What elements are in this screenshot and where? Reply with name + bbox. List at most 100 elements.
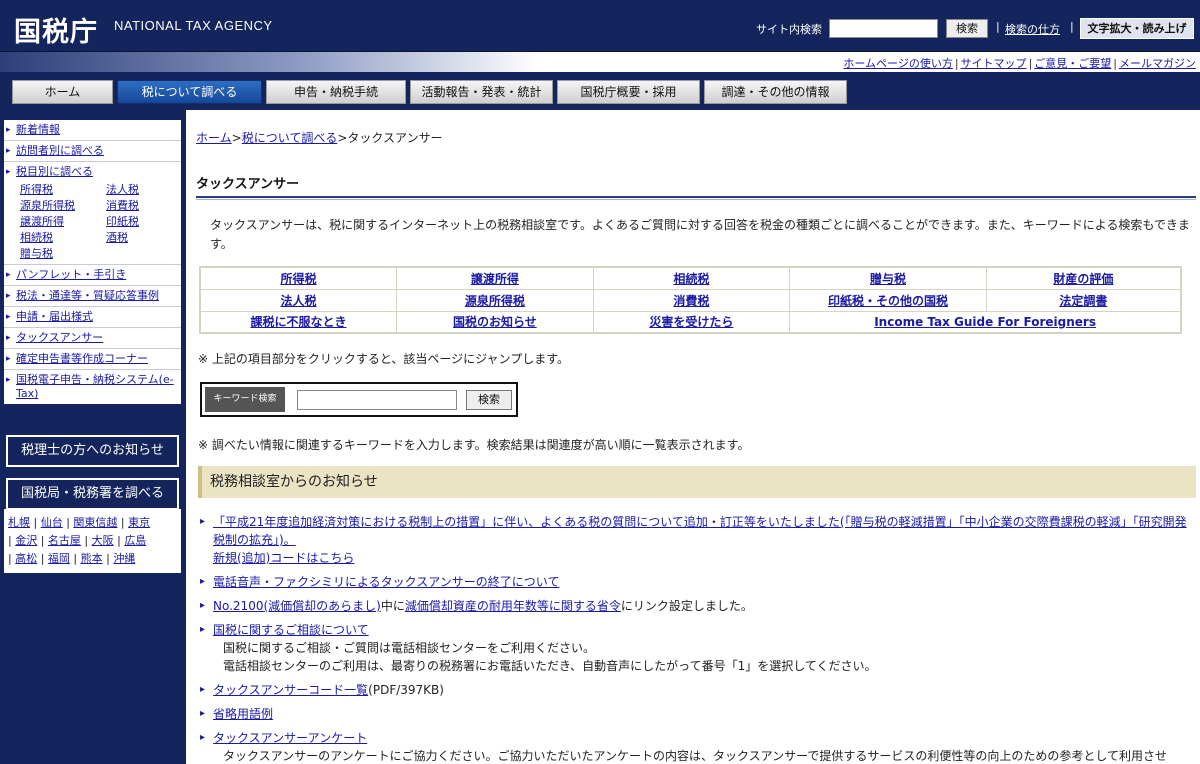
- sidebar-item-taxanswer[interactable]: タックスアンサー: [4, 328, 181, 349]
- tax-cell-inheritance[interactable]: 相続税: [592, 266, 791, 290]
- news-item: 省略用語例: [200, 705, 1190, 723]
- region-link[interactable]: 福岡: [48, 552, 70, 565]
- sidebar-item-by-visitor[interactable]: 訪問者別に調べる: [4, 141, 181, 162]
- site-search-input[interactable]: [829, 19, 938, 38]
- news-link[interactable]: 「平成21年度追加経済対策における税制上の措置」に伴い、よくある税の質問について…: [213, 515, 1187, 547]
- news-sub-link[interactable]: 新規(追加)コードはこちら: [213, 551, 354, 565]
- util-link-mailmag[interactable]: メールマガジン: [1119, 57, 1196, 70]
- util-link-howto[interactable]: ホームページの使い方: [843, 57, 952, 70]
- breadcrumb-home[interactable]: ホーム: [196, 131, 232, 145]
- tax-link-liquor[interactable]: 酒税: [106, 230, 176, 246]
- tax-cell-statutory[interactable]: 法定調書: [985, 288, 1182, 312]
- keyword-note: ※ 調べたい情報に関連するキーワードを入力します。検索結果は関連度が高い順に一覧…: [198, 438, 750, 452]
- left-sidebar: 新着情報 訪問者別に調べる 税目別に調べる 所得税 法人税 源泉所得税 消費税 …: [0, 110, 186, 764]
- tax-cell-valuation[interactable]: 財産の評価: [985, 266, 1182, 290]
- nav-tab-about[interactable]: 国税庁概要・採用: [557, 80, 700, 104]
- region-link[interactable]: 金沢: [15, 534, 37, 547]
- region-link[interactable]: 熊本: [81, 552, 103, 565]
- region-link[interactable]: 名古屋: [48, 534, 81, 547]
- region-link[interactable]: 関東信越: [73, 516, 117, 529]
- keyword-search-button[interactable]: 検索: [466, 390, 512, 410]
- tax-cell-appeal[interactable]: 課税に不服なとき: [199, 310, 398, 334]
- region-link[interactable]: 広島: [124, 534, 146, 547]
- nav-tab-reports[interactable]: 活動報告・発表・統計: [410, 80, 553, 104]
- nav-tab-home[interactable]: ホーム: [12, 80, 113, 104]
- news-link[interactable]: No.2100(減価償却のあらまし): [213, 599, 381, 613]
- tax-link-income[interactable]: 所得税: [20, 182, 106, 198]
- region-link[interactable]: 東京: [128, 516, 150, 529]
- utility-bar: ホームページの使い方 | サイトマップ | ご意見・ご要望 | メールマガジン: [0, 52, 1200, 72]
- tax-cell-foreigners[interactable]: Income Tax Guide For Foreigners: [789, 310, 1182, 334]
- news-link[interactable]: 国税に関するご相談について: [213, 623, 369, 637]
- nav-tab-tax-info[interactable]: 税について調べる: [117, 80, 262, 104]
- tax-link-inheritance[interactable]: 相続税: [20, 230, 106, 246]
- news-item: タックスアンサーアンケート タックスアンサーのアンケートにご協力ください。ご協力…: [200, 729, 1190, 764]
- sidebar-box-zeirishi[interactable]: 税理士の方へのお知らせ: [6, 435, 179, 467]
- sidebar-item-label[interactable]: 国税電子申告・納税システム(e-Tax): [16, 373, 174, 400]
- nav-tab-procurement[interactable]: 調達・その他の情報: [704, 80, 847, 104]
- region-link[interactable]: 大阪: [92, 534, 114, 547]
- breadcrumb-tax-info[interactable]: 税について調べる: [242, 131, 338, 145]
- tax-cell-disaster[interactable]: 災害を受けたら: [592, 310, 791, 334]
- sidebar-item-label[interactable]: タックスアンサー: [16, 331, 103, 344]
- sidebar-item-label[interactable]: 申請・届出様式: [16, 310, 93, 323]
- tax-cell-stamp[interactable]: 印紙税・その他の国税: [789, 288, 987, 312]
- sidebar-region-links: 札幌 | 仙台 | 関東信越 | 東京 | 金沢 | 名古屋 | 大阪 | 広島…: [4, 509, 181, 573]
- sidebar-item-forms[interactable]: 申請・届出様式: [4, 307, 181, 328]
- util-link-sitemap[interactable]: サイトマップ: [961, 57, 1027, 70]
- tax-category-table: 所得税 譲渡所得 相続税 贈与税 財産の評価 法人税 源泉所得税 消費税 印紙税…: [199, 266, 1182, 334]
- header-separator: |: [1070, 20, 1074, 33]
- sidebar-item-label[interactable]: パンフレット・手引き: [16, 268, 126, 281]
- sidebar-item-pamphlet[interactable]: パンフレット・手引き: [4, 265, 181, 286]
- sidebar-item-news[interactable]: 新着情報: [4, 120, 181, 141]
- tax-cell-income[interactable]: 所得税: [199, 266, 398, 290]
- sidebar-item-etax[interactable]: 国税電子申告・納税システム(e-Tax): [4, 370, 181, 404]
- region-link[interactable]: 仙台: [41, 516, 63, 529]
- sidebar-item-label[interactable]: 新着情報: [16, 123, 60, 136]
- sidebar-item-label[interactable]: 税法・通達等・質疑応答事例: [16, 289, 159, 302]
- sidebar-box-find-office[interactable]: 国税局・税務署を調べる: [6, 478, 179, 510]
- keyword-search-label: キーワード検索: [205, 387, 285, 412]
- site-search-label: サイト内検索: [756, 23, 822, 36]
- tax-link-stamp[interactable]: 印紙税: [106, 214, 176, 230]
- region-link[interactable]: 高松: [15, 552, 37, 565]
- news-link[interactable]: 省略用語例: [213, 707, 273, 721]
- news-item: 国税に関するご相談について 国税に関するご相談・ご質問は電話相談センターをご利用…: [200, 621, 1190, 675]
- news-detail: 国税に関するご相談・ご質問は電話相談センターをご利用ください。: [223, 641, 596, 655]
- news-link[interactable]: 電話音声・ファクシミリによるタックスアンサーの終了について: [213, 575, 559, 589]
- tax-cell-transfer[interactable]: 譲渡所得: [396, 266, 594, 290]
- site-search-button[interactable]: 検索: [946, 19, 988, 38]
- nav-tab-filing[interactable]: 申告・納税手続: [266, 80, 406, 104]
- tax-cell-gift[interactable]: 贈与税: [789, 266, 987, 290]
- global-nav: ホーム 税について調べる 申告・納税手続 活動報告・発表・統計 国税庁概要・採用…: [0, 72, 1200, 110]
- sidebar-item-label[interactable]: 税目別に調べる: [16, 165, 93, 178]
- tax-cell-withholding[interactable]: 源泉所得税: [396, 288, 594, 312]
- news-list: 「平成21年度追加経済対策における税制上の措置」に伴い、よくある税の質問について…: [200, 513, 1190, 764]
- tax-link-corporate[interactable]: 法人税: [106, 182, 176, 198]
- tax-cell-notices[interactable]: 国税のお知らせ: [396, 310, 594, 334]
- site-logo[interactable]: 国税庁: [14, 10, 98, 49]
- region-link[interactable]: 札幌: [8, 516, 30, 529]
- sidebar-item-law[interactable]: 税法・通達等・質疑応答事例: [4, 286, 181, 307]
- sidebar-item-by-tax[interactable]: 税目別に調べる: [4, 162, 181, 182]
- keyword-search-input[interactable]: [297, 390, 457, 410]
- util-separator: |: [1113, 57, 1117, 70]
- news-link[interactable]: 減価償却資産の耐用年数等に関する省令: [405, 599, 621, 613]
- tax-link-transfer[interactable]: 譲渡所得: [20, 214, 106, 230]
- region-link[interactable]: 沖縄: [113, 552, 135, 565]
- tax-link-withholding[interactable]: 源泉所得税: [20, 198, 106, 214]
- breadcrumb-separator: >: [231, 131, 242, 145]
- search-help-link[interactable]: 検索の仕方: [1005, 21, 1060, 37]
- tax-link-gift[interactable]: 贈与税: [20, 246, 106, 262]
- util-link-feedback[interactable]: ご意見・ご要望: [1034, 57, 1111, 70]
- sidebar-item-label[interactable]: 確定申告書等作成コーナー: [16, 352, 148, 365]
- sidebar-item-filing-corner[interactable]: 確定申告書等作成コーナー: [4, 349, 181, 370]
- tax-cell-consumption[interactable]: 消費税: [592, 288, 791, 312]
- news-link[interactable]: タックスアンサーアンケート: [213, 731, 367, 745]
- news-link[interactable]: タックスアンサーコード一覧: [213, 683, 368, 697]
- text-zoom-button[interactable]: 文字拡大・読み上げ: [1080, 18, 1194, 39]
- sidebar-item-label[interactable]: 訪問者別に調べる: [16, 144, 104, 157]
- tax-link-consumption[interactable]: 消費税: [106, 198, 176, 214]
- breadcrumb-separator: >: [337, 131, 348, 145]
- tax-cell-corporate[interactable]: 法人税: [199, 288, 398, 312]
